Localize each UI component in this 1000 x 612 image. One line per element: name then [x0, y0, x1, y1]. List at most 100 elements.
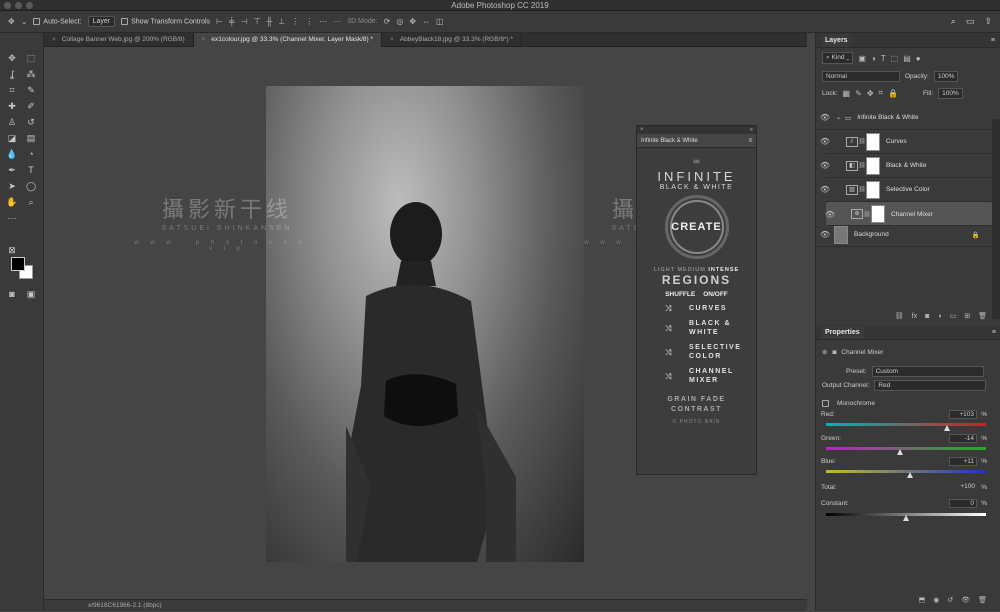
- marquee-tool-icon[interactable]: ⬚: [24, 51, 38, 65]
- blend-mode-dropdown[interactable]: Normal: [822, 70, 900, 82]
- layer-background[interactable]: 👁 Background 🔒: [816, 223, 992, 247]
- search-icon[interactable]: ⌕: [951, 16, 956, 27]
- distribute-icon[interactable]: ⋯: [319, 17, 327, 26]
- blur-tool-icon[interactable]: 💧: [5, 147, 19, 161]
- opacity-input[interactable]: 100%: [933, 70, 959, 82]
- tab-properties[interactable]: Properties: [821, 325, 864, 339]
- output-channel-dropdown[interactable]: Red: [874, 379, 987, 391]
- plugin-row-label[interactable]: CURVES: [689, 304, 727, 313]
- mask-icon[interactable]: ◙: [832, 349, 836, 356]
- eye-icon[interactable]: 👁: [816, 113, 834, 122]
- align-left-icon[interactable]: ⊢: [216, 17, 223, 26]
- eye-icon[interactable]: 👁: [816, 137, 834, 146]
- new-layer-icon[interactable]: ⊞: [964, 312, 970, 320]
- reset-icon[interactable]: ↺: [947, 596, 953, 604]
- align-right-icon[interactable]: ⊣: [241, 17, 248, 26]
- lock-all-icon[interactable]: 🔒: [888, 89, 898, 98]
- shape-tool-icon[interactable]: ◯: [24, 179, 38, 193]
- trash-icon[interactable]: 🗑: [978, 312, 987, 320]
- slider-input[interactable]: +11: [949, 457, 977, 466]
- view-previous-icon[interactable]: ◉: [933, 596, 939, 604]
- eye-icon[interactable]: 👁: [816, 185, 834, 194]
- link-icon[interactable]: ⛓: [858, 186, 866, 193]
- layer-group[interactable]: 👁 ⌄ ▭ Infinite Black & White: [816, 106, 992, 130]
- 3d-scale-icon[interactable]: ◫: [436, 17, 444, 26]
- layer-mask-thumbnail[interactable]: [866, 132, 880, 151]
- plugin-row-curves[interactable]: ⤨ CURVES: [637, 304, 756, 313]
- close-icon[interactable]: ×: [640, 126, 644, 134]
- align-top-icon[interactable]: ⊤: [254, 17, 261, 26]
- workspace-icon[interactable]: ▭: [966, 16, 975, 27]
- shape-filter-icon[interactable]: ⬚: [891, 54, 899, 63]
- link-icon[interactable]: ⛓: [863, 211, 871, 218]
- dodge-tool-icon[interactable]: ◔: [24, 147, 38, 161]
- tab-abbeyblack[interactable]: × AbbeyBlack18.jpg @ 33.3% (RGB/8*) *: [382, 33, 522, 47]
- more-options-icon[interactable]: ···: [333, 17, 341, 26]
- auto-select-checkbox[interactable]: Auto-Select:: [33, 17, 82, 25]
- regions-button[interactable]: REGIONS: [637, 273, 756, 287]
- foreground-color-swatch[interactable]: [11, 257, 25, 271]
- lock-pixels-icon[interactable]: ▦: [843, 89, 851, 98]
- plugin-row-label[interactable]: BLACK & WHITE: [689, 319, 731, 337]
- panel-menu-icon[interactable]: ≡: [748, 138, 752, 144]
- lock-position-icon[interactable]: ✥: [867, 89, 874, 98]
- align-center-icon[interactable]: ╪: [229, 17, 235, 26]
- new-group-icon[interactable]: ▭: [950, 312, 957, 320]
- align-bottom-icon[interactable]: ⊥: [278, 17, 285, 26]
- create-button[interactable]: CREATE: [664, 195, 729, 259]
- curves-icon[interactable]: ⫽: [846, 136, 858, 147]
- chevron-down-icon[interactable]: ⌄: [836, 114, 841, 121]
- adjustment-filter-icon[interactable]: ◑: [871, 54, 876, 63]
- auto-select-dropdown[interactable]: Layer: [87, 16, 116, 27]
- gradient-tool-icon[interactable]: ▤: [24, 131, 38, 145]
- collapse-icon[interactable]: «: [750, 126, 753, 134]
- type-tool-icon[interactable]: T: [24, 163, 38, 177]
- 3d-rotate-icon[interactable]: ⟳: [384, 17, 391, 26]
- tab-layers[interactable]: Layers: [821, 33, 852, 47]
- path-select-icon[interactable]: ➤: [5, 179, 19, 193]
- constant-slider-thumb[interactable]: [903, 515, 909, 521]
- monochrome-checkbox[interactable]: [822, 399, 829, 407]
- filter-toggle-icon[interactable]: ●: [916, 54, 921, 63]
- smart-object-filter-icon[interactable]: ▤: [903, 54, 911, 63]
- layer-item[interactable]: 👁 ▧ ⛓ Selective Color: [820, 178, 992, 202]
- panel-menu-icon[interactable]: ≡: [991, 37, 995, 44]
- pixel-filter-icon[interactable]: ▣: [858, 54, 866, 63]
- document-info[interactable]: x/9618C61966-2.1 (8bpc): [88, 602, 162, 609]
- plugin-row-label[interactable]: CHANNEL MIXER: [689, 367, 734, 385]
- 3d-pan-icon[interactable]: ✥: [409, 17, 416, 26]
- constant-input[interactable]: 0: [949, 499, 977, 508]
- quick-select-tool-icon[interactable]: ⁂: [24, 67, 38, 81]
- trash-icon[interactable]: 🗑: [978, 596, 987, 604]
- monochrome-row[interactable]: Monochrome: [816, 397, 1000, 409]
- layers-scrollbar[interactable]: [992, 119, 1000, 319]
- plugin-tab[interactable]: Infinite Black & White ≡: [637, 134, 756, 148]
- plugin-row-selective-color[interactable]: ⤨ SELECTIVE COLOR: [637, 343, 756, 361]
- stamp-tool-icon[interactable]: ♙: [5, 115, 19, 129]
- clip-to-layer-icon[interactable]: ⬒: [919, 596, 926, 604]
- distribute-icon[interactable]: ⋮: [291, 17, 299, 26]
- slider-input[interactable]: +103: [949, 410, 977, 419]
- edit-toolbar-icon[interactable]: ···: [5, 211, 19, 225]
- grain-fade-contrast-button[interactable]: GRAIN FADE CONTRAST: [637, 395, 756, 415]
- preset-dropdown[interactable]: Custom: [871, 365, 984, 377]
- show-transform-checkbox[interactable]: Show Transform Controls: [121, 17, 210, 25]
- screen-mode-icon[interactable]: ▣: [24, 287, 38, 301]
- quick-mask-icon[interactable]: ◙: [5, 287, 19, 301]
- eye-icon[interactable]: 👁: [816, 230, 834, 239]
- bw-icon[interactable]: ◧: [846, 160, 858, 171]
- plugin-row-channel-mixer[interactable]: ⤨ CHANNEL MIXER: [637, 367, 756, 385]
- slider-thumb[interactable]: [897, 449, 904, 455]
- panel-menu-icon[interactable]: ≡: [992, 329, 996, 336]
- eye-icon[interactable]: 👁: [821, 210, 839, 219]
- lock-artboard-icon[interactable]: ⌗: [879, 88, 884, 98]
- 3d-roll-icon[interactable]: ◎: [396, 17, 403, 26]
- fx-icon[interactable]: fx: [912, 313, 917, 320]
- plugin-row-label[interactable]: SELECTIVE COLOR: [689, 343, 741, 361]
- window-controls[interactable]: [4, 2, 33, 9]
- document-image[interactable]: [266, 86, 584, 562]
- zoom-tool-icon[interactable]: ⌕: [24, 195, 38, 209]
- link-layers-icon[interactable]: ⛓: [895, 312, 904, 320]
- plugin-row-black-white[interactable]: ⤨ BLACK & WHITE: [637, 319, 756, 337]
- close-icon[interactable]: ×: [52, 36, 56, 43]
